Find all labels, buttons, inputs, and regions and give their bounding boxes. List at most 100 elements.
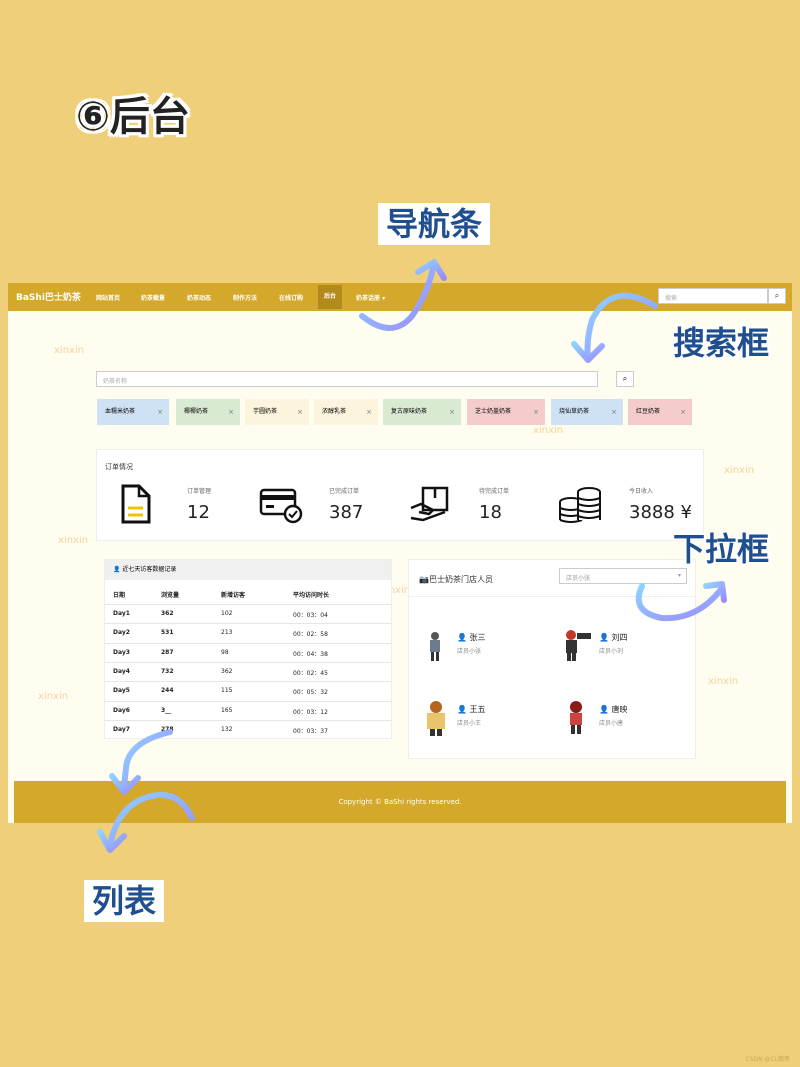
tag-chip[interactable]: 血糯米奶茶 × bbox=[97, 399, 169, 425]
staff-name-text: 王五 bbox=[469, 705, 486, 714]
table-header-cell: 新增访客 bbox=[221, 592, 246, 599]
callout-dropdown: 下拉框 bbox=[673, 530, 770, 568]
table-cell: Day1 bbox=[113, 610, 130, 617]
close-icon[interactable]: × bbox=[449, 399, 455, 425]
brand-logo[interactable]: BaShi巴士奶茶 bbox=[16, 290, 81, 303]
close-icon[interactable]: × bbox=[366, 399, 372, 425]
watermark: xinxin bbox=[724, 465, 755, 476]
search-input[interactable]: 奶茶名称 bbox=[96, 371, 598, 387]
close-icon[interactable]: × bbox=[611, 399, 617, 425]
callout-navbar: 导航条 bbox=[378, 203, 491, 246]
table-cell: 213 bbox=[221, 629, 233, 637]
row-divider bbox=[105, 623, 391, 625]
table-cell: Day4 bbox=[113, 667, 130, 675]
nav-item-order[interactable]: 在线订购 bbox=[279, 293, 303, 302]
table-cell: 00：04：38 bbox=[293, 650, 328, 658]
staff-name: 👤 唐映 bbox=[599, 704, 628, 715]
close-icon[interactable]: × bbox=[533, 399, 539, 425]
tag-chip[interactable]: 芋圆奶茶 × bbox=[245, 399, 309, 425]
divider bbox=[409, 596, 695, 597]
nav-search-button[interactable]: ⌕ bbox=[768, 288, 786, 304]
staff-name-text: 张三 bbox=[469, 633, 486, 642]
user-icon: 👤 bbox=[113, 566, 121, 573]
staff-name: 👤 王五 bbox=[457, 704, 486, 715]
nav-item-method[interactable]: 制作方法 bbox=[233, 293, 257, 302]
table-panel-header: 👤 近七天访客数据记录 bbox=[105, 560, 391, 580]
tag-label: 浓醇乳茶 bbox=[322, 408, 347, 415]
credit-card-icon bbox=[259, 488, 303, 524]
nav-item-home[interactable]: 网站首页 bbox=[96, 293, 120, 302]
nav-item-dropdown[interactable]: 奶茶话册 ▾ bbox=[356, 293, 385, 302]
table-cell: Day7 bbox=[113, 725, 130, 733]
stat-value: 12 bbox=[187, 502, 210, 523]
watermark: xinxin bbox=[54, 345, 85, 356]
table-cell: 165 bbox=[221, 706, 233, 714]
watermark: xinxin bbox=[58, 535, 89, 546]
camera-icon: 📷 bbox=[419, 575, 429, 584]
user-icon: 👤 bbox=[599, 633, 612, 642]
tag-label: 椰椰奶茶 bbox=[184, 408, 209, 415]
search-button[interactable]: ⌕ bbox=[616, 371, 634, 387]
nav-item-admin[interactable]: 后台 bbox=[318, 285, 343, 309]
staff-select-value: 店员小张 bbox=[566, 575, 591, 582]
table-cell: 00：02：58 bbox=[293, 631, 328, 639]
table-cell: Day6 bbox=[113, 706, 130, 714]
chevron-down-icon: ▾ bbox=[677, 572, 681, 579]
table-cell: Day3 bbox=[113, 648, 130, 656]
close-icon[interactable]: × bbox=[680, 399, 686, 425]
nav-search-input[interactable]: 搜索 bbox=[658, 288, 768, 304]
avatar bbox=[570, 701, 582, 734]
tag-label: 红豆奶茶 bbox=[636, 408, 661, 415]
tag-label: 烧仙草奶茶 bbox=[559, 408, 590, 415]
tag-label: 芋圆奶茶 bbox=[253, 408, 278, 415]
watermark: xinxin bbox=[533, 425, 564, 436]
user-icon: 👤 bbox=[457, 705, 470, 714]
table-cell: 732 bbox=[161, 667, 174, 675]
document-icon bbox=[121, 484, 151, 524]
close-icon[interactable]: × bbox=[297, 399, 303, 425]
stat-label: 订单管理 bbox=[187, 488, 212, 495]
row-divider bbox=[105, 661, 391, 663]
tag-chip[interactable]: 复古原味奶茶 × bbox=[383, 399, 461, 425]
close-icon[interactable]: × bbox=[228, 399, 234, 425]
corner-watermark: CSDN @CL蜡笔 bbox=[745, 1056, 790, 1063]
table-cell: 00：02：45 bbox=[293, 669, 328, 677]
stat-value: 18 bbox=[479, 502, 502, 523]
row-divider bbox=[105, 700, 391, 702]
staff-select[interactable]: 店员小张 ▾ bbox=[559, 568, 687, 584]
table-cell: 362 bbox=[161, 610, 174, 617]
arrowhead bbox=[97, 829, 127, 853]
tag-chip[interactable]: 红豆奶茶 × bbox=[628, 399, 692, 425]
tag-chip[interactable]: 烧仙草奶茶 × bbox=[551, 399, 623, 425]
watermark: xinxin bbox=[708, 676, 739, 687]
table-cell: 362 bbox=[221, 667, 233, 675]
tag-label: 血糯米奶茶 bbox=[105, 408, 136, 415]
table-cell: 278 bbox=[161, 725, 174, 733]
close-icon[interactable]: × bbox=[157, 399, 163, 425]
coins-icon bbox=[559, 487, 601, 523]
stat-label: 已完成订单 bbox=[329, 488, 360, 495]
tag-chip[interactable]: 浓醇乳茶 × bbox=[314, 399, 378, 425]
nav-item-news[interactable]: 奶茶动态 bbox=[187, 293, 211, 302]
tag-chip[interactable]: 椰椰奶茶 × bbox=[176, 399, 240, 425]
delivery-box-icon bbox=[410, 486, 449, 522]
avatar bbox=[566, 630, 591, 661]
table-cell: 115 bbox=[221, 687, 233, 695]
table-cell: 244 bbox=[161, 687, 174, 695]
staff-store: 店员小王 bbox=[457, 720, 482, 727]
staff-name: 👤 张三 bbox=[457, 632, 486, 643]
table-cell: Day5 bbox=[113, 687, 130, 695]
table-cell: 00：03：37 bbox=[293, 727, 328, 735]
table-header-cell: 平均访问时长 bbox=[293, 592, 330, 599]
page-heading: ⑥后台 bbox=[76, 94, 190, 140]
avatar bbox=[427, 701, 445, 736]
table-cell: 3__ bbox=[161, 706, 172, 714]
staff-store: 店员小唐 bbox=[599, 720, 624, 727]
table-header-cell: 浏览量 bbox=[161, 592, 180, 599]
user-icon: 👤 bbox=[599, 705, 612, 714]
table-cell: 287 bbox=[161, 648, 174, 656]
nav-item-scenes[interactable]: 奶茶截景 bbox=[141, 293, 165, 302]
tag-chip[interactable]: 芝士奶盖奶茶 × bbox=[467, 399, 545, 425]
row-divider bbox=[105, 604, 391, 605]
table-cell: 00：03：04 bbox=[293, 612, 328, 619]
